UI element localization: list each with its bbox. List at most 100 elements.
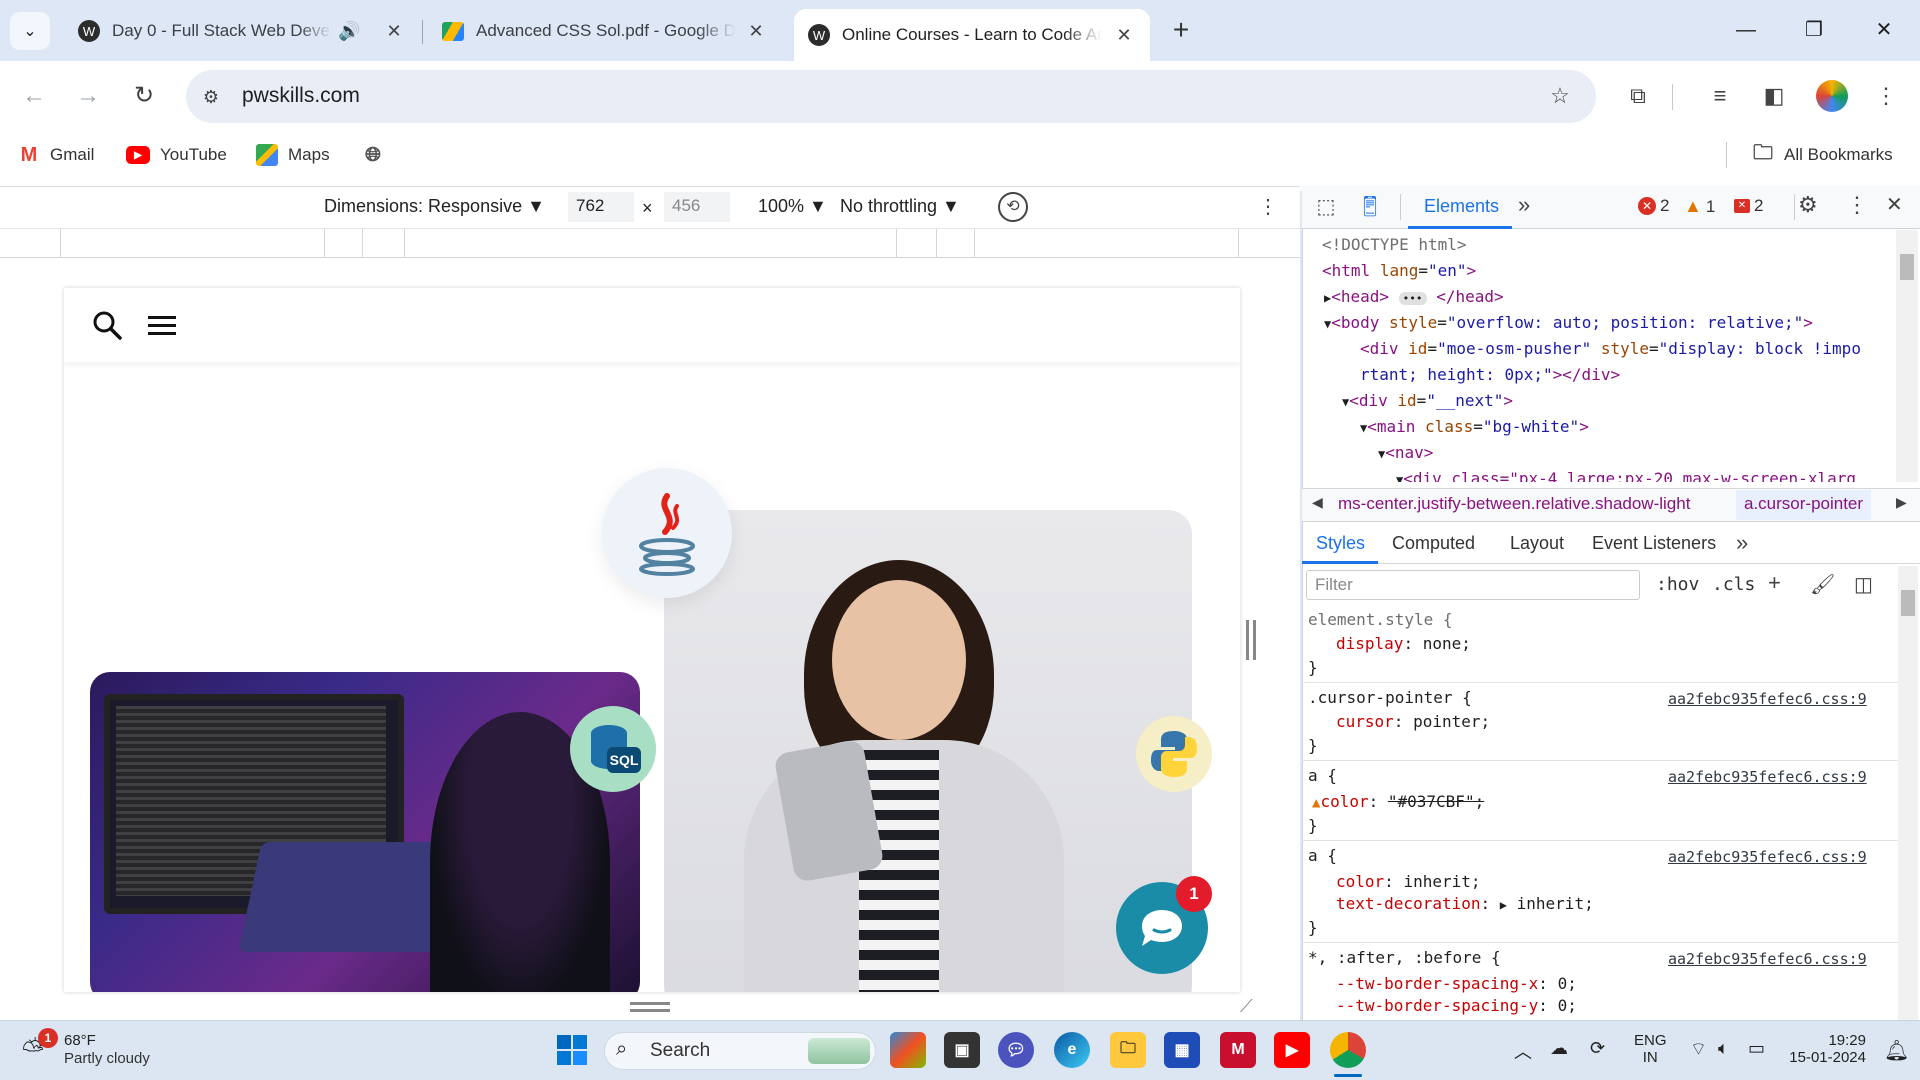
rule-declaration[interactable]: text-decoration: ▶ inherit; [1336,894,1594,913]
rule-declaration[interactable]: display: none; [1336,634,1471,653]
clock[interactable]: 19:29 15-01-2024 [1786,1032,1866,1066]
edge-icon[interactable]: e [1054,1032,1090,1068]
tab-search-button[interactable]: ⌄ [10,12,50,50]
new-tab-button[interactable]: + [1164,14,1198,48]
extensions-icon[interactable]: ⧉ [1620,78,1656,114]
styles-scrollbar[interactable] [1898,566,1918,1020]
tab-fullstack[interactable]: W Day 0 - Full Stack Web Develo 🔊 ✕ [64,9,420,53]
breadcrumb-item-selected[interactable]: a.cursor-pointer [1736,490,1872,520]
issues-counter[interactable]: ✕ 2 [1734,196,1763,216]
subtab-computed[interactable]: Computed [1392,533,1475,554]
notification-bell-icon[interactable]: 🔔︎ [1884,1038,1909,1063]
device-toggle-icon[interactable]: 📱︎ [1356,194,1384,222]
rule-selector[interactable]: a { [1308,766,1337,785]
dom-scrollbar[interactable] [1896,230,1918,482]
hov-toggle[interactable]: :hov [1656,574,1699,595]
rule-selector[interactable]: *, :after, :before { [1308,948,1501,967]
weather-temp[interactable]: 68°F [64,1032,96,1049]
rule-declaration[interactable]: cursor: pointer; [1336,712,1490,731]
reload-button[interactable]: ↻ [124,76,164,116]
resize-corner-icon[interactable]: ⟋ [1240,996,1260,1016]
resize-handle-horizontal[interactable] [630,1002,670,1012]
media-controls-icon[interactable]: ≡ [1702,78,1738,114]
teams-chat-icon[interactable]: 💬︎ [998,1032,1034,1068]
all-bookmarks[interactable]: 🗀 All Bookmarks [1752,141,1893,169]
breadcrumb-right-icon[interactable]: ▶ [1896,494,1907,511]
url-text[interactable]: pwskills.com [242,84,360,108]
zoom-dropdown[interactable]: 100% ▼ [758,196,827,217]
language-indicator[interactable]: ENG IN [1634,1032,1667,1066]
dom-body[interactable]: ▼<body style="overflow: auto; position: … [1324,313,1813,332]
star-icon[interactable]: ☆ [1542,78,1578,114]
rule-selector[interactable]: .cursor-pointer { [1308,688,1472,707]
bookmark-maps[interactable]: Maps [256,141,330,169]
new-rule-icon[interactable]: + [1768,570,1781,596]
mcafee-icon[interactable]: M [1220,1032,1256,1068]
dom-nav[interactable]: ▼<nav> [1378,443,1433,462]
rule-selector[interactable]: a { [1308,846,1337,865]
file-explorer-icon[interactable]: 🗀 [1110,1032,1146,1068]
toggle-sidebar-icon[interactable]: ◫ [1854,572,1873,597]
profile-avatar[interactable] [1816,80,1848,112]
network-status-icon[interactable]: ☁︎ [1550,1038,1568,1059]
dom-doctype[interactable]: <!DOCTYPE html> [1322,235,1467,254]
bookmark-gmail[interactable]: M Gmail [18,141,95,169]
dom-div-class[interactable]: ▼<div class="px-4 large:px-20 max-w-scre… [1396,469,1856,482]
dom-main[interactable]: ▼<main class="bg-white"> [1360,417,1589,436]
resize-handle-vertical[interactable] [1246,620,1256,660]
settings-gear-icon[interactable]: ⚙ [1798,192,1824,218]
minimize-button[interactable]: — [1716,10,1776,50]
tab-google-drive[interactable]: Advanced CSS Sol.pdf - Google Dr ✕ [428,9,782,53]
close-devtools-icon[interactable]: ✕ [1886,192,1906,217]
subtab-styles[interactable]: Styles [1302,524,1378,564]
close-icon[interactable]: ✕ [1112,25,1136,46]
search-icon[interactable] [92,310,122,340]
battery-icon[interactable]: ▭ [1748,1038,1765,1059]
breadcrumb-left-icon[interactable]: ◀ [1312,494,1323,511]
close-icon[interactable]: ✕ [744,21,768,42]
microsoft-store-icon[interactable]: ▦ [1164,1032,1200,1068]
rotate-icon[interactable]: ⟲ [998,192,1028,222]
more-tabs-icon[interactable]: » [1518,192,1530,218]
breadcrumb-item[interactable]: ms-center.justify-between.relative.shado… [1338,494,1690,514]
expand-triangle-icon[interactable]: ▶ [1500,898,1507,912]
hamburger-menu-icon[interactable] [148,314,178,338]
rule-source-link[interactable]: aa2febc935fefec6.css:9 [1668,690,1867,708]
task-view-icon[interactable]: ▣ [944,1032,980,1068]
width-input[interactable]: 762 [568,192,634,222]
subtab-layout[interactable]: Layout [1510,533,1564,554]
rule-declaration[interactable]: ▲color: "#037CBF"; [1312,792,1484,811]
speaker-icon[interactable]: 🔊 [338,21,360,42]
warning-counter[interactable]: ▲ 1 [1684,196,1715,217]
cls-toggle[interactable]: .cls [1712,574,1755,595]
subtab-more-icon[interactable]: » [1736,530,1748,556]
side-panel-icon[interactable]: ◧ [1756,78,1792,114]
rule-source-link[interactable]: aa2febc935fefec6.css:9 [1668,768,1867,786]
back-button[interactable]: ← [14,76,54,116]
close-icon[interactable]: ✕ [382,21,406,42]
site-info-icon[interactable]: ⚙ [198,84,224,110]
styles-filter-input[interactable]: Filter [1306,570,1640,600]
dimensions-dropdown[interactable]: Dimensions: Responsive ▼ [324,196,545,217]
rule-source-link[interactable]: aa2febc935fefec6.css:9 [1668,950,1867,968]
weather-desc[interactable]: Partly cloudy [64,1050,150,1067]
chrome-icon[interactable] [1330,1032,1366,1068]
address-bar[interactable] [186,70,1596,123]
copilot-icon[interactable] [890,1032,926,1068]
volume-icon[interactable]: 🔈︎ [1718,1038,1729,1059]
rule-selector[interactable]: element.style { [1308,610,1453,629]
rule-source-link[interactable]: aa2febc935fefec6.css:9 [1668,848,1867,866]
dom-head[interactable]: ▶<head> ••• </head> [1324,287,1504,306]
dom-div-next[interactable]: ▼<div id="__next"> [1342,391,1513,410]
windows-start-icon[interactable] [556,1034,588,1066]
device-more-icon[interactable]: ⋮ [1256,192,1280,222]
tab-online-courses[interactable]: W Online Courses - Learn to Code An ✕ [794,9,1150,61]
subtab-event-listeners[interactable]: Event Listeners [1592,533,1716,554]
tab-elements[interactable]: Elements [1408,186,1512,229]
bookmark-youtube[interactable]: ▶ YouTube [126,141,227,169]
restore-button[interactable]: ❐ [1784,10,1844,50]
rule-declaration[interactable]: --tw-border-spacing-x: 0; [1336,974,1577,993]
bookmark-globe[interactable]: 🌐︎ [362,141,394,169]
height-input[interactable]: 456 [664,192,730,222]
inspect-element-icon[interactable]: ⬚ [1312,194,1340,222]
